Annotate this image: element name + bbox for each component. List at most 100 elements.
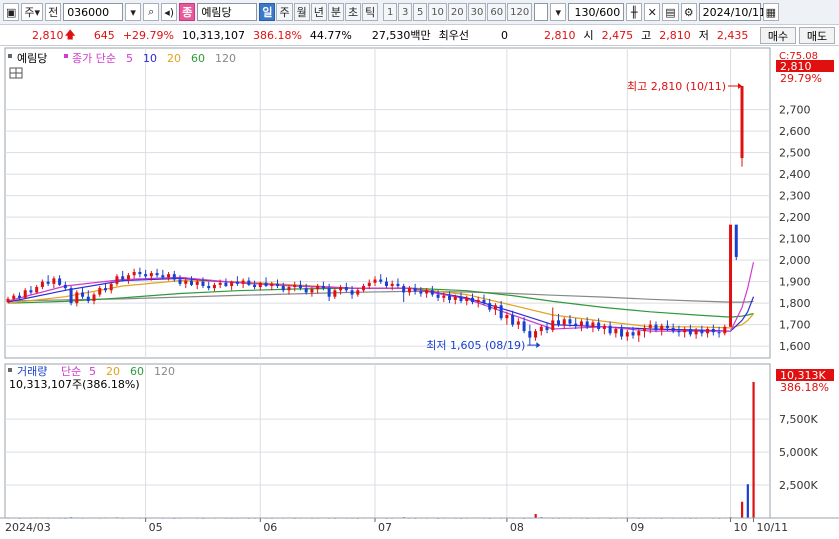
candle-body [717, 332, 721, 334]
volume-ma-period-20: 20 [106, 365, 120, 378]
tab-minute-3[interactable]: 3 [398, 3, 413, 21]
ma-legend-period-20: 20 [167, 52, 181, 65]
chevron-down-icon[interactable]: ▾ [550, 3, 567, 21]
buy-button[interactable]: 매수 [760, 27, 796, 44]
low-annotation: 최저 1,605 (08/19) [426, 339, 525, 352]
stock-code-input[interactable]: 036000 [63, 3, 124, 21]
speaker-icon[interactable]: ◂) [161, 3, 178, 21]
candle-body [178, 279, 182, 284]
tab-period-1[interactable]: 주 [276, 3, 293, 21]
candle-body [654, 324, 658, 331]
candle-body [470, 297, 474, 303]
candle-body [195, 281, 199, 285]
tab-period-6[interactable]: 틱 [362, 3, 379, 21]
candle-body [585, 321, 589, 327]
tab-period-5[interactable]: 초 [344, 3, 362, 21]
x-tick-label: 10/11 [756, 521, 788, 534]
candle-body [568, 319, 572, 324]
crosshair-icon[interactable]: ✕ [644, 3, 661, 21]
gear-icon[interactable]: ⚙ [680, 3, 697, 21]
candle-body [493, 305, 497, 310]
candle-body [350, 290, 354, 295]
candle-body [694, 330, 698, 335]
candle-body [293, 284, 297, 288]
chevron-down-icon[interactable]: ▾ [125, 3, 142, 21]
sell-button[interactable]: 매도 [799, 27, 835, 44]
candle-body [522, 321, 526, 332]
candle-body [436, 294, 440, 298]
date-field[interactable]: 2024/10/11 [698, 3, 766, 21]
tab-minute-5[interactable]: 5 [413, 3, 428, 21]
candle-body [310, 289, 314, 293]
candle-body [453, 296, 457, 300]
candle-body [190, 280, 193, 285]
candle-body [81, 292, 85, 297]
candle-body [591, 322, 595, 327]
price-change: 645 [93, 28, 115, 42]
candle-body [270, 283, 274, 286]
candle-body [539, 326, 543, 332]
candle-body [241, 280, 245, 284]
candle-body [161, 275, 165, 278]
tab-period-4[interactable]: 분 [327, 3, 344, 21]
volume-menu-icon [8, 368, 12, 372]
candle-body [551, 320, 555, 331]
search-icon[interactable]: ⌕ [143, 3, 160, 21]
volume-value-text: 10,313,107주(386.18%) [9, 378, 140, 391]
volume-ma-period-5: 5 [89, 365, 96, 378]
tab-minute-60[interactable]: 60 [487, 3, 507, 21]
candle-type-icon[interactable]: ╫ [626, 3, 643, 21]
volume-ma-period-60: 60 [130, 365, 144, 378]
calendar-icon[interactable]: ▦ [762, 3, 780, 21]
layout-icon[interactable]: ▣ [3, 3, 20, 21]
candle-body [671, 327, 675, 332]
candle-body [316, 285, 320, 290]
volume-ma-label: 단순 [61, 365, 81, 378]
volume-ratio: 386.18% [252, 28, 302, 42]
candle-body [6, 298, 10, 303]
candle-body [367, 282, 371, 286]
high-price: 2,810 [659, 28, 691, 42]
candle-body [327, 288, 331, 297]
candle-body [144, 274, 148, 277]
candle-body [86, 296, 90, 302]
ma-legend-period-10: 10 [143, 52, 157, 65]
market-select[interactable]: 주 ▾ [21, 3, 44, 21]
stock-name-field[interactable]: 예림당 [197, 3, 258, 21]
best-bid-value: 0 [500, 28, 508, 42]
tab-minute-120[interactable]: 120 [507, 3, 533, 21]
tab-minute-10[interactable]: 10 [428, 3, 447, 21]
save-icon[interactable]: ▤ [662, 3, 679, 21]
tab-period-0[interactable]: 일 [259, 3, 276, 21]
tab-period-2[interactable]: 월 [293, 3, 310, 21]
price-volume-chart[interactable]: 1,600 1,700 1,800 1,900 2,000 2,100 2,200 2,300… [0, 46, 839, 539]
candle-body [419, 291, 423, 294]
volume-bar [534, 514, 537, 518]
candle-body [69, 288, 73, 304]
price-panel-name: 예림당 [17, 52, 47, 65]
price-tick-label: 2,600 [779, 125, 811, 138]
candle-body [201, 281, 205, 286]
prev-button[interactable]: 전 [45, 3, 62, 21]
quote-bar: 2,810 🡅 645 +29.79% 10,313,107 386.18% 4… [0, 25, 839, 46]
tab-minute-20[interactable]: 20 [447, 3, 467, 21]
candle-body [264, 282, 268, 286]
candle-body [407, 288, 411, 293]
candle-body [534, 331, 538, 338]
volume-tick-label: 5,000K [779, 446, 818, 459]
open-price: 2,475 [601, 28, 634, 42]
candle-count-field[interactable]: 130/600 [568, 3, 625, 21]
x-tick-label: 2024/03 [5, 521, 51, 534]
volume-tick-label: 7,500K [779, 413, 818, 426]
price-tick-label: 2,500 [779, 147, 811, 160]
candle-body [218, 282, 222, 285]
candle-body [155, 273, 159, 276]
volume-value: 10,313,107 [181, 28, 245, 42]
candle-body [362, 285, 366, 291]
custom-interval-input[interactable] [534, 3, 549, 21]
tab-minute-1[interactable]: 1 [383, 3, 398, 21]
tab-minute-30[interactable]: 30 [467, 3, 487, 21]
up-arrow-icon: 🡅 [64, 27, 76, 41]
tab-period-3[interactable]: 년 [310, 3, 327, 21]
volume-panel-name: 거래량 [17, 365, 47, 378]
